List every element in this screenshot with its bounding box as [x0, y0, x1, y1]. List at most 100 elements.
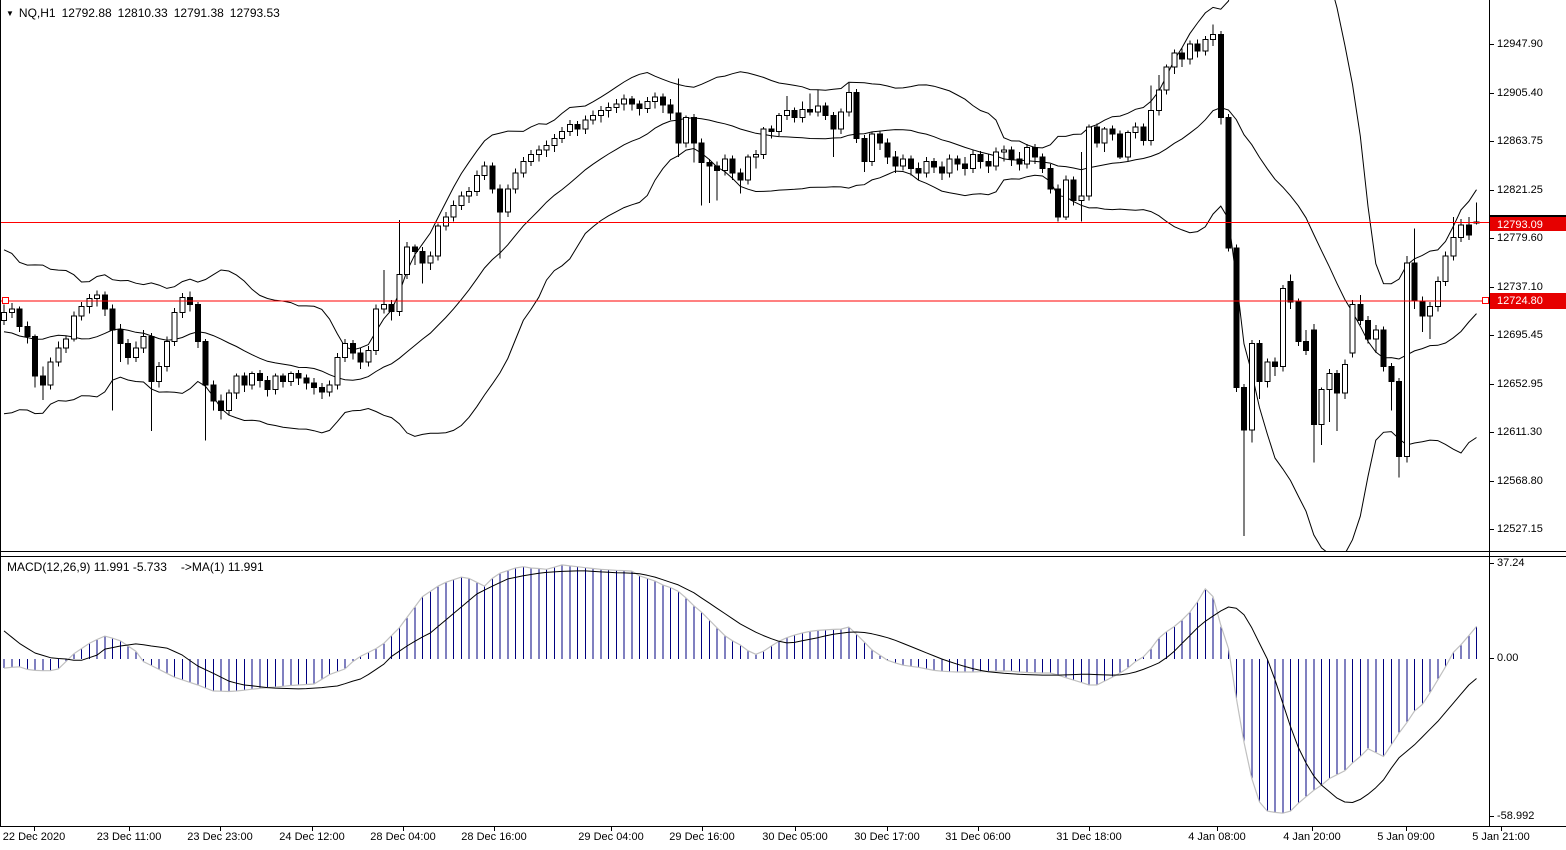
symbol-dropdown-icon[interactable]: ▼ [6, 9, 14, 18]
macd-panel-series [4, 565, 1477, 813]
time-tick-label: 4 Jan 20:00 [1283, 831, 1341, 843]
chart-canvas[interactable] [0, 0, 1566, 850]
candle [536, 150, 541, 155]
candle [273, 376, 278, 390]
horizontal-line-handle[interactable] [1482, 297, 1489, 304]
candle [319, 387, 324, 392]
open-value: 12792.88 [62, 6, 112, 20]
macd-tick-label: 0.00 [1497, 651, 1518, 665]
candle-series [2, 24, 1480, 536]
level-lines [0, 223, 1489, 302]
low-value: 12791.38 [174, 6, 224, 20]
candle [1141, 127, 1146, 141]
macd-main-line [4, 565, 1477, 813]
candle [1226, 118, 1231, 248]
candle [753, 155, 758, 157]
candle [567, 125, 572, 132]
candle [784, 111, 789, 116]
candle [1296, 302, 1301, 341]
price-tick-label: 12863.75 [1497, 134, 1543, 148]
candle [1451, 238, 1456, 256]
candle [722, 159, 727, 171]
candle [970, 155, 975, 169]
candle [513, 173, 518, 189]
candle [978, 155, 983, 162]
candle [343, 344, 348, 358]
candle [327, 385, 332, 392]
time-tick-label: 30 Dec 17:00 [854, 831, 919, 843]
candle [443, 217, 448, 226]
candle [1389, 367, 1394, 382]
candle [746, 157, 751, 180]
time-tick-label: 24 Dec 12:00 [279, 831, 344, 843]
candle [1311, 330, 1316, 425]
candle [947, 159, 952, 173]
candle [1288, 281, 1293, 302]
candle [870, 134, 875, 162]
price-level-badge[interactable]: 12724.80 [1490, 293, 1566, 309]
candle [219, 401, 224, 410]
time-tick-label: 29 Dec 04:00 [578, 831, 643, 843]
price-level-badge[interactable]: 12793.09 [1490, 215, 1566, 231]
macd-indicator-label: MACD(12,26,9) 11.991 -5.733->MA(1) 11.99… [7, 560, 264, 574]
price-tick-label: 12652.95 [1497, 377, 1543, 391]
candle [637, 104, 642, 109]
candle [312, 383, 317, 388]
symbol-period-label: NQ,H1 [19, 6, 56, 20]
candle [281, 376, 286, 382]
candle [397, 274, 402, 311]
candle [33, 337, 38, 376]
candle [490, 166, 495, 189]
price-tick-label: 12695.45 [1497, 328, 1543, 342]
candle [1125, 133, 1130, 157]
candle [64, 339, 69, 348]
candle [715, 166, 720, 171]
candle [203, 341, 208, 385]
candle [1366, 321, 1371, 339]
candle [265, 380, 270, 389]
candle [1211, 35, 1216, 40]
candle [335, 357, 340, 385]
candle [645, 102, 650, 109]
candle [1466, 225, 1471, 235]
candle [1040, 157, 1045, 169]
candle [95, 295, 100, 298]
candle [25, 326, 30, 336]
candle [381, 304, 386, 309]
candle [908, 159, 913, 168]
candle [1265, 362, 1270, 382]
candle [1335, 374, 1340, 394]
macd-tick-label: -58.992 [1497, 809, 1534, 823]
candle [1094, 127, 1099, 143]
candle [157, 367, 162, 382]
candle [2, 312, 7, 320]
time-tick-label: 4 Jan 08:00 [1188, 831, 1246, 843]
candle [1001, 150, 1006, 152]
candle [1164, 67, 1169, 90]
candle [792, 111, 797, 118]
price-tick-label: 12779.60 [1497, 231, 1543, 245]
candle [761, 129, 766, 154]
close-value: 12793.53 [230, 6, 280, 20]
candle [428, 256, 433, 263]
candle [1412, 263, 1417, 301]
candle [350, 344, 355, 353]
candle [839, 112, 844, 129]
candle [1218, 35, 1223, 118]
candle [1242, 387, 1247, 430]
price-tick-label: 12737.10 [1497, 280, 1543, 294]
candle [459, 196, 464, 205]
candle [591, 115, 596, 120]
price-tick-label: 12527.15 [1497, 522, 1543, 536]
horizontal-line-handle[interactable] [2, 297, 9, 304]
candle [877, 134, 882, 143]
candle [211, 385, 216, 401]
candle [1032, 148, 1037, 157]
candle [40, 376, 45, 385]
candle [831, 115, 836, 129]
candle [1025, 148, 1030, 164]
candle [629, 99, 634, 104]
candle [815, 106, 820, 112]
candle [924, 161, 929, 173]
candle [1234, 248, 1239, 387]
